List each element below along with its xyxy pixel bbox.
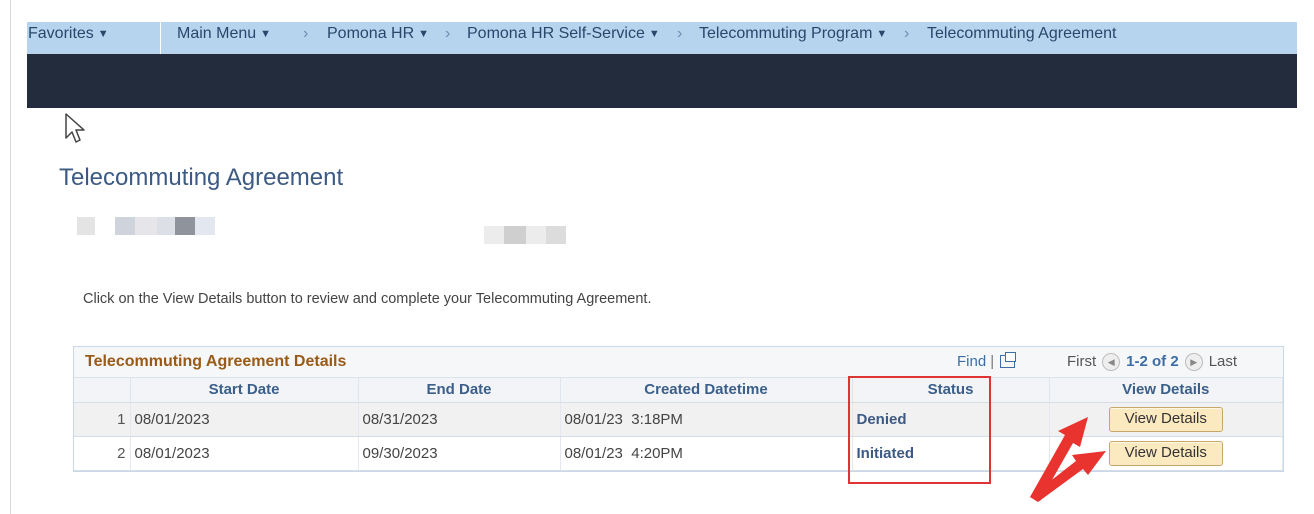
header-bar <box>27 54 1297 108</box>
row-number: 1 <box>74 402 131 437</box>
find-link[interactable]: Find <box>957 353 986 370</box>
start-date-cell: 08/01/2023 <box>130 436 359 471</box>
grid-title: Telecommuting Agreement Details <box>85 353 347 370</box>
grid-header: Telecommuting Agreement Details Find | Fi… <box>74 347 1283 378</box>
column-header-start: Start Date <box>130 378 359 403</box>
end-date-cell: 09/30/2023 <box>358 436 561 471</box>
pager: First ◀ 1-2 of 2 ▶ Last <box>1067 353 1237 372</box>
breadcrumb-pomona-hr[interactable]: Pomona HR ▼ <box>327 25 429 43</box>
chevron-down-icon: ▼ <box>876 28 888 40</box>
column-header-end: End Date <box>358 378 561 403</box>
prev-arrow-icon[interactable]: ◀ <box>1102 353 1121 372</box>
pager-range: 1-2 of 2 <box>1126 353 1179 370</box>
chevron-right-icon: › <box>303 25 309 42</box>
end-date-cell: 08/31/2023 <box>358 402 561 437</box>
chevron-right-icon: › <box>904 25 910 42</box>
breadcrumb-current: Telecommuting Agreement <box>927 25 1117 42</box>
created-datetime-cell: 08/01/23 3:18PM <box>560 402 853 437</box>
page-title: Telecommuting Agreement <box>59 164 344 191</box>
new-window-icon[interactable] <box>1000 352 1017 368</box>
table-header-row: Start Date End Date Created Datetime Sta… <box>74 378 1283 403</box>
column-header-created: Created Datetime <box>560 378 853 403</box>
chevron-down-icon: ▼ <box>97 28 109 40</box>
main-menu-label: Main Menu <box>177 25 257 42</box>
breadcrumb-telecommuting-program[interactable]: Telecommuting Program ▼ <box>699 25 887 43</box>
breadcrumb-self-service[interactable]: Pomona HR Self-Service ▼ <box>467 25 660 43</box>
view-details-button[interactable]: View Details <box>1108 440 1223 466</box>
find-group: Find | <box>957 352 1017 370</box>
pager-last[interactable]: Last <box>1209 353 1237 370</box>
main-menu[interactable]: Main Menu ▼ <box>177 25 271 43</box>
find-separator: | <box>990 353 995 370</box>
row-number: 2 <box>74 436 131 471</box>
status-highlight-box <box>848 376 991 484</box>
chevron-right-icon: › <box>677 25 683 42</box>
nav-bar: Favorites ▼ Main Menu ▼ › Pomona HR ▼ › Pom… <box>27 22 1297 54</box>
breadcrumb-label: Pomona HR <box>327 25 415 42</box>
chevron-right-icon: › <box>445 25 451 42</box>
column-header-num <box>74 378 131 403</box>
created-datetime-cell: 08/01/23 4:20PM <box>560 436 853 471</box>
chevron-down-icon: ▼ <box>260 28 272 40</box>
view-details-button[interactable]: View Details <box>1108 406 1223 432</box>
breadcrumb-label: Pomona HR Self-Service <box>467 25 645 42</box>
chevron-down-icon: ▼ <box>648 28 660 40</box>
breadcrumb-label: Telecommuting Program <box>699 25 873 42</box>
favorites-label: Favorites <box>28 25 94 42</box>
favorites-menu[interactable]: Favorites ▼ <box>28 25 109 43</box>
annotation-arrows-icon <box>1030 417 1106 502</box>
instructions-text: Click on the View Details button to revi… <box>83 291 652 307</box>
start-date-cell: 08/01/2023 <box>130 402 359 437</box>
nav-divider <box>160 22 161 54</box>
mouse-cursor-icon <box>65 113 85 143</box>
pager-first[interactable]: First <box>1067 353 1096 370</box>
column-header-view-details: View Details <box>1049 378 1283 403</box>
next-arrow-icon[interactable]: ▶ <box>1184 353 1203 372</box>
chevron-down-icon: ▼ <box>418 28 430 40</box>
